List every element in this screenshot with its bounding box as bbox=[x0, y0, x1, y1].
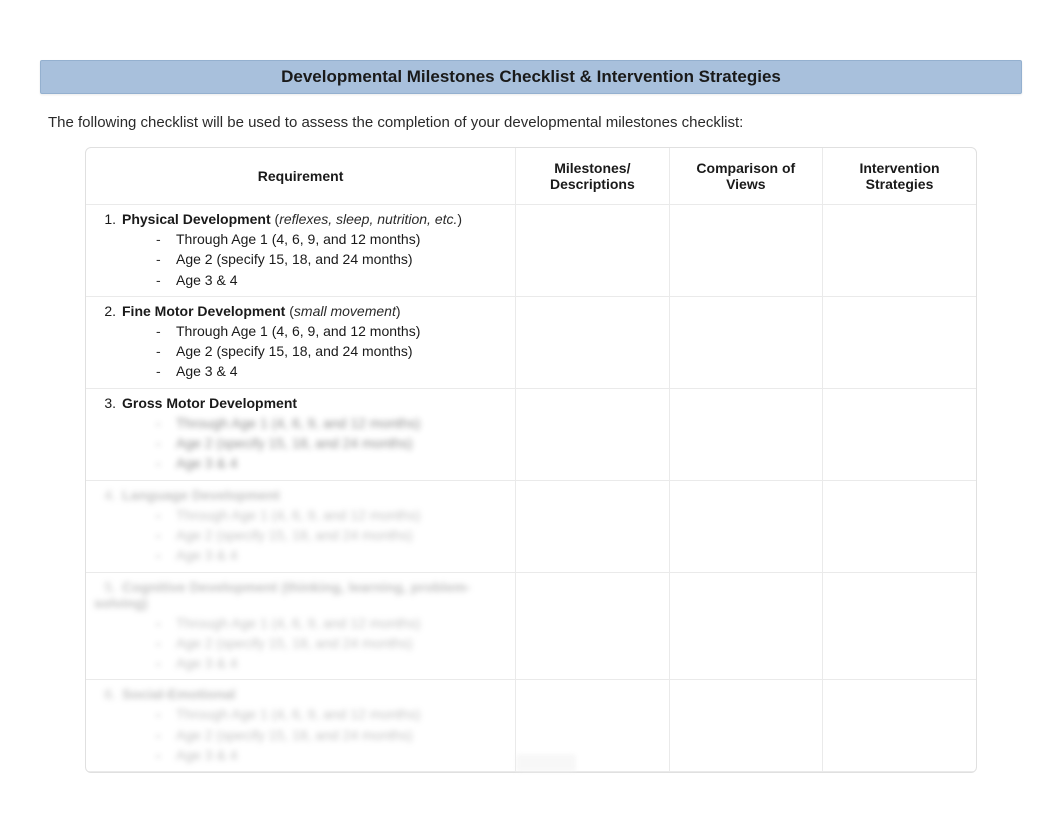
requirement-number: 4. bbox=[94, 487, 116, 503]
sub-requirement-item: Age 3 & 4 bbox=[156, 361, 507, 381]
empty-cell bbox=[669, 572, 822, 680]
empty-cell bbox=[516, 388, 669, 480]
requirement-cell: 1.Physical Development (reflexes, sleep,… bbox=[86, 205, 516, 297]
checklist-table-container: Requirement Milestones/ Descriptions Com… bbox=[85, 147, 977, 773]
header-comparison: Comparison of Views bbox=[669, 148, 822, 205]
requirement-title: Physical Development bbox=[122, 211, 271, 227]
requirement-number: 6. bbox=[94, 686, 116, 702]
requirement-cell: 5.Cognitive Development (thinking, learn… bbox=[86, 572, 516, 680]
requirement-title: Fine Motor Development bbox=[122, 303, 285, 319]
sub-requirement-item: Age 3 & 4 bbox=[156, 270, 507, 290]
requirement-title: Social-Emotional bbox=[122, 686, 236, 702]
empty-cell bbox=[516, 480, 669, 572]
checklist-table: Requirement Milestones/ Descriptions Com… bbox=[86, 148, 976, 772]
empty-cell bbox=[669, 205, 822, 297]
intro-text: The following checklist will be used to … bbox=[48, 114, 1022, 131]
requirement-heading: 5.Cognitive Development (thinking, learn… bbox=[94, 579, 507, 611]
sub-requirement-item: Through Age 1 (4, 6, 9, and 12 months) bbox=[156, 229, 507, 249]
requirement-heading: 4. Language Development bbox=[94, 487, 507, 503]
sub-requirement-item: Through Age 1 (4, 6, 9, and 12 months) bbox=[156, 321, 507, 341]
empty-cell bbox=[823, 388, 976, 480]
table-row: 5.Cognitive Development (thinking, learn… bbox=[86, 572, 976, 680]
requirement-cell: 2.Fine Motor Development (small movement… bbox=[86, 296, 516, 388]
table-row: 1.Physical Development (reflexes, sleep,… bbox=[86, 205, 976, 297]
requirement-title: Cognitive Development (thinking, learnin… bbox=[94, 579, 470, 611]
requirement-heading: 1.Physical Development (reflexes, sleep,… bbox=[94, 211, 507, 227]
header-milestones: Milestones/ Descriptions bbox=[516, 148, 669, 205]
requirement-number: 3. bbox=[94, 395, 116, 411]
sub-requirement-item: Age 3 & 4 bbox=[156, 453, 507, 473]
sub-requirements: Through Age 1 (4, 6, 9, and 12 months)Ag… bbox=[156, 613, 507, 674]
sub-requirements: Through Age 1 (4, 6, 9, and 12 months)Ag… bbox=[156, 704, 507, 765]
empty-cell bbox=[823, 296, 976, 388]
empty-cell bbox=[516, 205, 669, 297]
requirement-heading: 3. Gross Motor Development bbox=[94, 395, 507, 411]
empty-cell bbox=[823, 480, 976, 572]
requirement-number: 1. bbox=[94, 211, 116, 227]
requirement-heading: 2.Fine Motor Development (small movement… bbox=[94, 303, 507, 319]
requirement-note: reflexes, sleep, nutrition, etc. bbox=[279, 211, 457, 227]
requirement-title: Language Development bbox=[122, 487, 280, 503]
requirement-cell: 6. Social-Emotional Through Age 1 (4, 6, 9… bbox=[86, 680, 516, 772]
sub-requirement-item: Age 3 & 4 bbox=[156, 653, 507, 673]
header-intervention: Intervention Strategies bbox=[823, 148, 976, 205]
sub-requirement-item: Age 2 (specify 15, 18, and 24 months) bbox=[156, 725, 507, 745]
sub-requirement-item: Age 2 (specify 15, 18, and 24 months) bbox=[156, 633, 507, 653]
table-row: 4. Language Development Through Age 1 (4, … bbox=[86, 480, 976, 572]
requirement-cell: 3. Gross Motor Development Through Age 1 (… bbox=[86, 388, 516, 480]
sub-requirements: Through Age 1 (4, 6, 9, and 12 months)Ag… bbox=[156, 321, 507, 382]
page-indicator bbox=[516, 754, 576, 772]
empty-cell bbox=[669, 388, 822, 480]
sub-requirements: Through Age 1 (4, 6, 9, and 12 months)Ag… bbox=[156, 229, 507, 290]
table-row: 3. Gross Motor Development Through Age 1 (… bbox=[86, 388, 976, 480]
empty-cell bbox=[823, 680, 976, 772]
sub-requirement-item: Age 2 (specify 15, 18, and 24 months) bbox=[156, 341, 507, 361]
sub-requirement-item: Age 3 & 4 bbox=[156, 745, 507, 765]
empty-cell bbox=[669, 296, 822, 388]
document-title: Developmental Milestones Checklist & Int… bbox=[40, 60, 1022, 94]
sub-requirement-item: Through Age 1 (4, 6, 9, and 12 months) bbox=[156, 505, 507, 525]
requirement-number: 2. bbox=[94, 303, 116, 319]
requirement-number: 5. bbox=[94, 579, 116, 595]
requirement-note: small movement bbox=[294, 303, 396, 319]
sub-requirement-item: Age 2 (specify 15, 18, and 24 months) bbox=[156, 249, 507, 269]
empty-cell bbox=[823, 572, 976, 680]
requirement-title: Gross Motor Development bbox=[122, 395, 297, 411]
empty-cell bbox=[516, 296, 669, 388]
sub-requirement-item: Through Age 1 (4, 6, 9, and 12 months) bbox=[156, 704, 507, 724]
sub-requirements: Through Age 1 (4, 6, 9, and 12 months)Ag… bbox=[156, 505, 507, 566]
requirement-heading: 6. Social-Emotional bbox=[94, 686, 507, 702]
header-requirement: Requirement bbox=[86, 148, 516, 205]
empty-cell bbox=[669, 680, 822, 772]
sub-requirement-item: Age 3 & 4 bbox=[156, 545, 507, 565]
empty-cell bbox=[516, 572, 669, 680]
requirement-cell: 4. Language Development Through Age 1 (4, … bbox=[86, 480, 516, 572]
sub-requirement-item: Age 2 (specify 15, 18, and 24 months) bbox=[156, 433, 507, 453]
sub-requirement-item: Through Age 1 (4, 6, 9, and 12 months) bbox=[156, 413, 507, 433]
sub-requirements: Through Age 1 (4, 6, 9, and 12 months)Ag… bbox=[156, 413, 507, 474]
sub-requirement-item: Through Age 1 (4, 6, 9, and 12 months) bbox=[156, 613, 507, 633]
empty-cell bbox=[669, 480, 822, 572]
sub-requirement-item: Age 2 (specify 15, 18, and 24 months) bbox=[156, 525, 507, 545]
empty-cell bbox=[823, 205, 976, 297]
table-row: 2.Fine Motor Development (small movement… bbox=[86, 296, 976, 388]
